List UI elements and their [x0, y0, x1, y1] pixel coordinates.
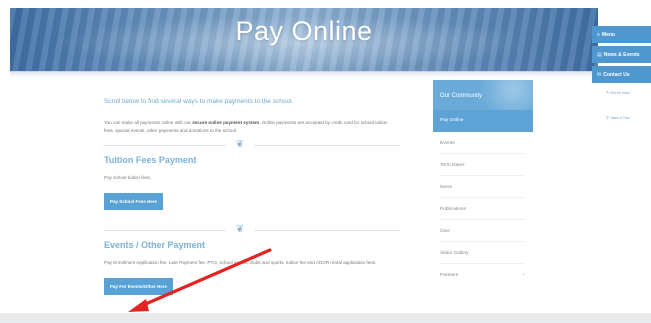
envelope-icon: ✉ — [597, 72, 602, 78]
tuition-section-title: Tuition Fees Payment — [104, 155, 197, 165]
sidebar-item-publications[interactable]: Publications — [433, 198, 533, 220]
sidebar-item-give[interactable]: Give — [433, 220, 533, 242]
location-pin-icon: ⚲ — [606, 115, 609, 120]
events-section-text: Pay Enrollment Application fee, Late Pay… — [104, 260, 377, 265]
sidebar-item-label: Partners — [440, 273, 459, 278]
sidebar-item-label: Give — [440, 229, 450, 234]
calendar-icon: ▤ — [597, 52, 602, 58]
sidebar-item-video-gallery[interactable]: Video Gallery — [433, 242, 533, 264]
page-title: Pay Online — [235, 16, 373, 46]
expand-plus-icon[interactable]: + — [522, 264, 525, 288]
sidebar-item-pay-online[interactable]: Pay Online — [433, 110, 533, 132]
sidebar-item-label: Term Dates — [440, 163, 465, 168]
events-section-title: Events / Other Payment — [104, 240, 206, 250]
tuition-section-text: Pay school tuition fees. — [104, 175, 152, 180]
main-content: Scroll below to find several ways to mak… — [104, 98, 404, 295]
enroll-now-label: Enroll Now — [610, 90, 630, 95]
sidebar-item-label: Video Gallery — [440, 251, 469, 256]
hero-shadow — [10, 72, 598, 78]
sidebar-item-label: News — [440, 185, 452, 190]
take-a-tour-label: Take a Tour — [609, 115, 631, 120]
news-events-button[interactable]: ▤ News & Events — [592, 46, 651, 63]
news-events-label: News & Events — [603, 52, 640, 58]
sidebar-header: Our Community — [433, 80, 533, 110]
sidebar-item-news[interactable]: News — [433, 176, 533, 198]
sidebar-item-label: Publications — [440, 207, 466, 212]
payment-description-start: You can make all payments online with ou… — [104, 120, 193, 125]
ornament-icon: ❦ — [226, 139, 254, 151]
take-a-tour-link[interactable]: ⚲ Take a Tour — [606, 115, 651, 120]
contact-us-label: Contact Us — [603, 72, 630, 78]
menu-button-label: Menu — [601, 32, 615, 38]
sidebar-item-label: Events — [440, 141, 455, 146]
ornament-divider: ❦ — [104, 139, 404, 151]
ornament-divider: ❦ — [104, 224, 404, 236]
community-sidebar: Our Community Pay Online Events Term Dat… — [433, 80, 533, 286]
sidebar-item-partners[interactable]: Partners + — [433, 264, 533, 286]
pencil-icon: ✎ — [606, 90, 610, 95]
arrow-head — [128, 299, 149, 312]
secure-payment-system-text: secure online payment system — [192, 120, 260, 125]
payment-description: You can make all payments online with ou… — [104, 119, 396, 135]
sidebar-item-term-dates[interactable]: Term Dates — [433, 154, 533, 176]
bottom-edge — [0, 313, 651, 323]
hamburger-icon: ≡ — [597, 32, 600, 38]
quick-links: ✎ Enroll Now ⚲ Take a Tour — [606, 90, 651, 140]
menu-button[interactable]: ≡ Menu — [592, 26, 651, 43]
enroll-now-link[interactable]: ✎ Enroll Now — [606, 90, 651, 95]
pay-for-events-button[interactable]: Pay For Events/Other Here — [104, 278, 174, 295]
hero-banner: Pay Online — [10, 8, 598, 72]
right-nav: ≡ Menu ▤ News & Events ✉ Contact Us — [592, 26, 651, 86]
sidebar-item-events[interactable]: Events — [433, 132, 533, 154]
contact-us-button[interactable]: ✉ Contact Us — [592, 66, 651, 83]
pay-school-fees-button[interactable]: Pay School Fees Here — [104, 193, 164, 210]
intro-text: Scroll below to find several ways to mak… — [104, 98, 294, 105]
ornament-icon: ❦ — [226, 224, 254, 236]
